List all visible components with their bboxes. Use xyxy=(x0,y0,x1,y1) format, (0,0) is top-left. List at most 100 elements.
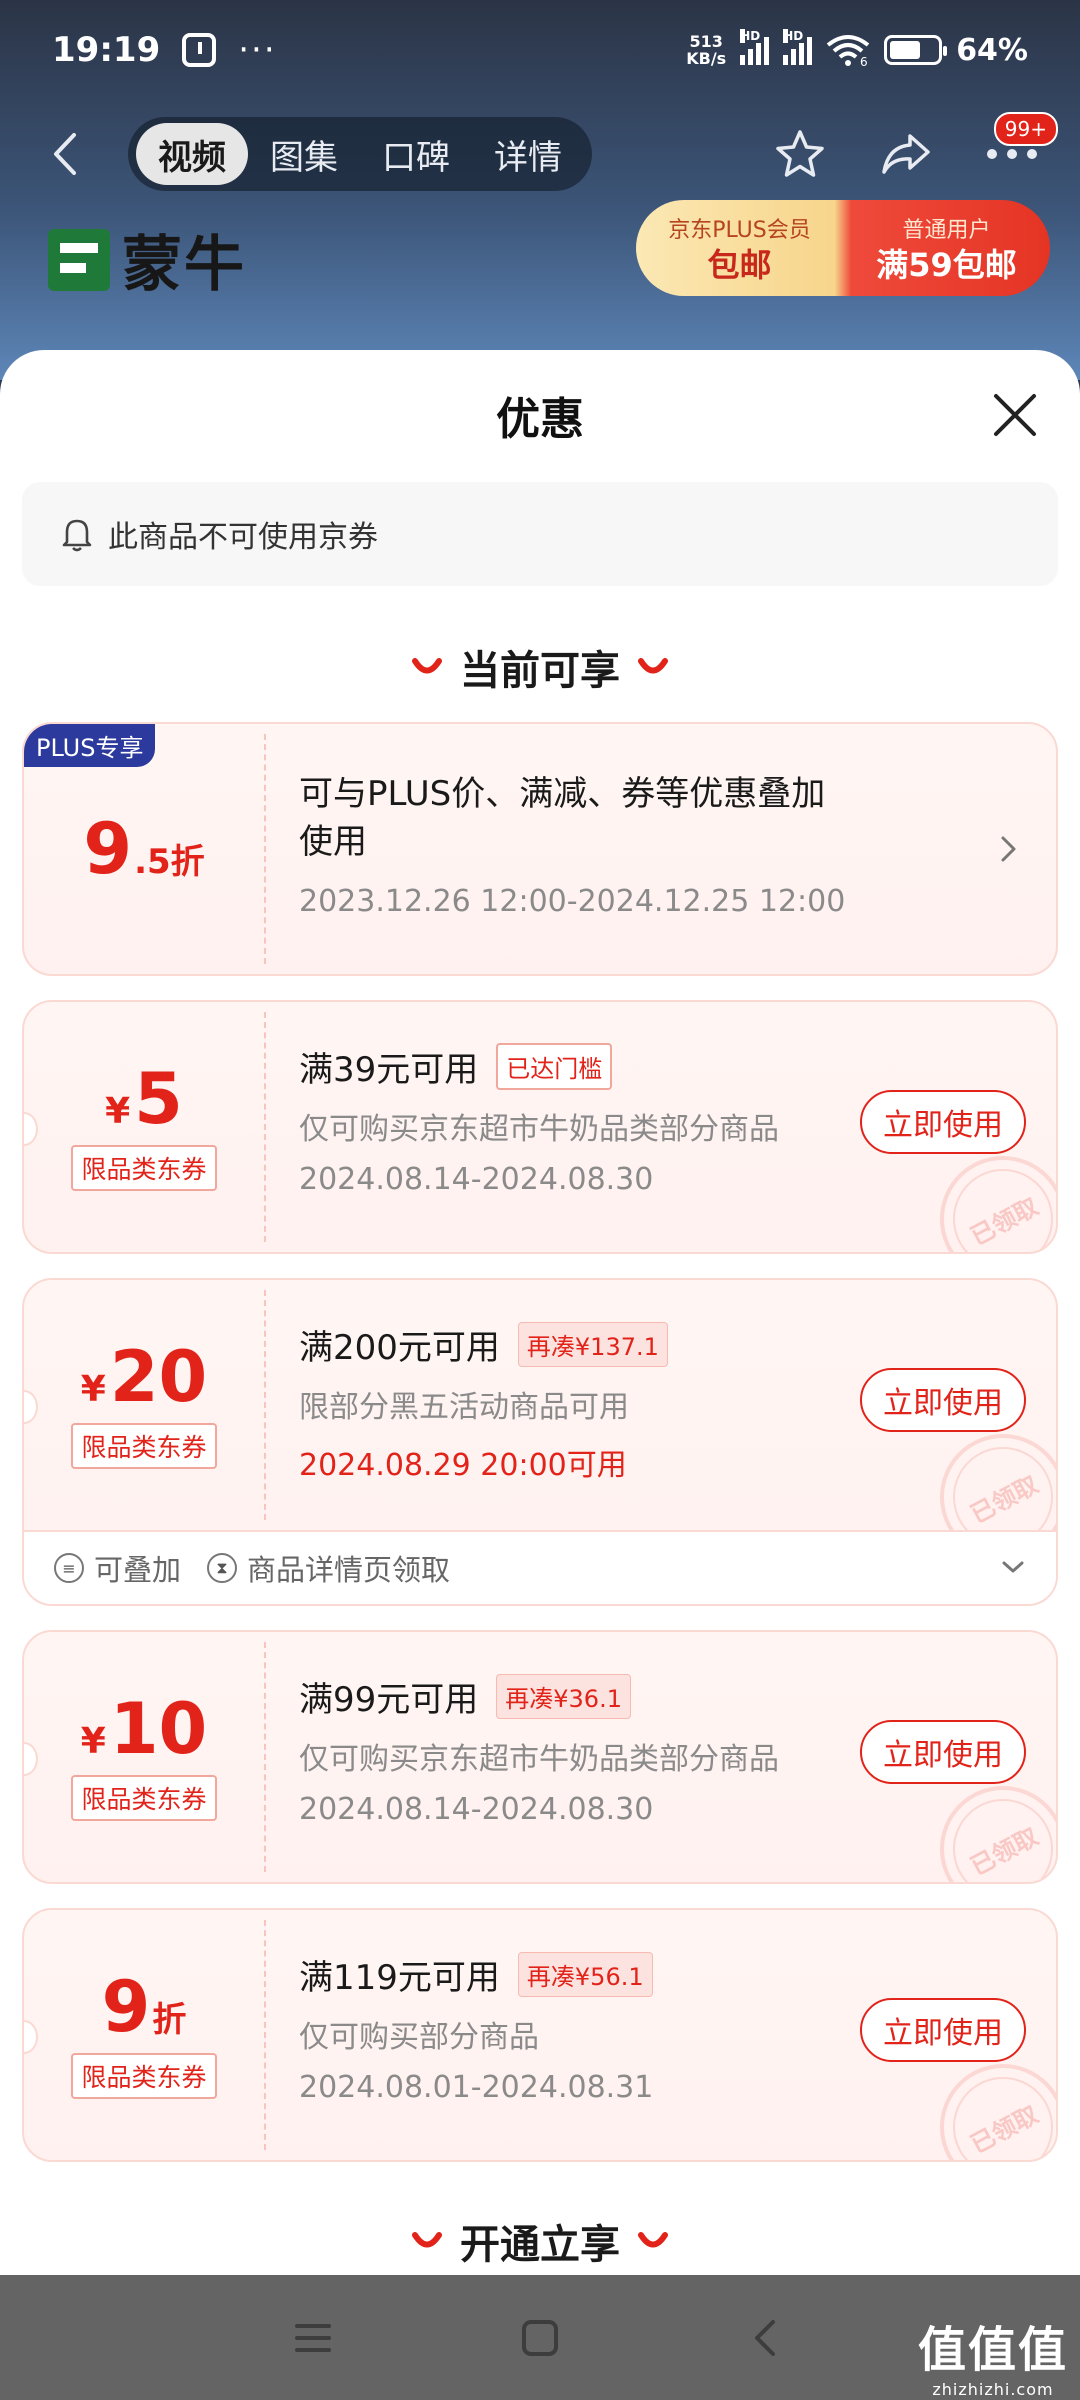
use-now-button[interactable]: 立即使用 xyxy=(860,1368,1026,1432)
status-bar: 19:19 ··· 513 KB/s HD HD 6 64% xyxy=(0,0,1080,100)
normal-shipping: 普通用户 满59包邮 xyxy=(843,214,1050,282)
claimed-stamp-text: 已领取 xyxy=(935,2059,1056,2160)
amount-needed-badge: 再凑¥36.1 xyxy=(496,1674,631,1719)
favorite-button[interactable] xyxy=(772,126,828,182)
coupon-footer[interactable]: ≡ 可叠加 ⧗ 商品详情页领取 xyxy=(24,1530,1056,1604)
tab-details[interactable]: 详情 xyxy=(472,123,584,185)
smile-left-icon xyxy=(412,2232,442,2248)
coupon-amount-value: 20 xyxy=(109,1336,208,1418)
coupon-currency: ¥ xyxy=(105,1091,131,1132)
coupon-source-icon: ⧗ xyxy=(207,1553,238,1583)
coupon-value: ¥ 20 限品类东券 xyxy=(24,1280,264,1530)
wifi-sub-label: 6 xyxy=(860,55,868,67)
coupon-card: ¥ 20 限品类东券 满200元可用 再凑¥137.1 限部分黑五活动商品可用 … xyxy=(22,1278,1058,1606)
use-now-button[interactable]: 立即使用 xyxy=(860,1998,1026,2062)
coupon-condition-row: 满99元可用 再凑¥36.1 xyxy=(299,1672,631,1721)
coupon-value: ¥ 10 限品类东券 xyxy=(24,1632,264,1882)
card-divider xyxy=(264,1012,266,1242)
source-info: ⧗ 商品详情页领取 xyxy=(207,1547,450,1589)
battery-fill xyxy=(890,41,920,59)
card-divider xyxy=(264,1920,266,2150)
plus-discount-card[interactable]: PLUS专享 9 .5折 可与PLUS价、满减、券等优惠叠加 使用 2023.1… xyxy=(22,722,1058,976)
card-divider xyxy=(264,734,266,964)
share-button[interactable] xyxy=(878,126,934,182)
site-watermark: 值值值 zhizhizhi.com xyxy=(918,2310,1068,2399)
coupon-amount-suffix: 折 xyxy=(152,2000,187,2040)
coupon-condition: 满200元可用 xyxy=(299,1328,500,1368)
amount-needed-badge: 再凑¥56.1 xyxy=(517,1952,653,1997)
network-speed-unit: KB/s xyxy=(686,49,727,68)
shipping-badge: 京东PLUS会员 包邮 普通用户 满59包邮 xyxy=(636,200,1050,296)
coupon-condition: 满99元可用 xyxy=(299,1680,479,1720)
signal-icon: HD xyxy=(740,29,770,65)
coupon-notice: 此商品不可使用京券 xyxy=(22,482,1058,586)
coupon-type-tag: 限品类东券 xyxy=(71,1775,217,1821)
share-icon xyxy=(882,134,930,174)
plus-dates: 2023.12.26 12:00-2024.12.25 12:00 xyxy=(299,884,846,919)
star-icon xyxy=(776,130,824,177)
use-now-button[interactable]: 立即使用 xyxy=(860,1720,1026,1784)
plus-card-inner: PLUS专享 9 .5折 可与PLUS价、满减、券等优惠叠加 使用 2023.1… xyxy=(24,724,1056,974)
use-now-button[interactable]: 立即使用 xyxy=(860,1090,1026,1154)
nav-back-icon[interactable] xyxy=(743,2314,791,2362)
coupon-value: ¥ 5 限品类东券 xyxy=(24,1002,264,1252)
coupon-amount: ¥ 10 xyxy=(81,1693,207,1765)
coupon-amount: ¥ 20 xyxy=(81,1341,207,1413)
product-banner: 蒙牛 京东PLUS会员 包邮 普通用户 满59包邮 xyxy=(0,200,1080,310)
coupon-card-inner: 9 折 限品类东券 满119元可用 再凑¥56.1 仅可购买部分商品 2024.… xyxy=(24,1910,1056,2160)
coupon-body: 满119元可用 再凑¥56.1 仅可购买部分商品 2024.08.01-2024… xyxy=(299,1910,856,2160)
coupon-type-tag: 限品类东券 xyxy=(71,1423,217,1469)
app-notification-icon xyxy=(182,33,217,67)
coupon-description: 限部分黑五活动商品可用 xyxy=(299,1390,629,1425)
smile-right-icon xyxy=(638,658,668,674)
coupon-card-inner: ¥ 5 限品类东券 满39元可用 已达门槛 仅可购买京东超市牛奶品类部分商品 2… xyxy=(24,1002,1056,1252)
chevron-down-icon[interactable] xyxy=(1000,1558,1026,1576)
network-speed-value: 513 xyxy=(689,32,723,51)
back-button[interactable] xyxy=(40,124,90,184)
sheet-header: 优惠 xyxy=(0,350,1080,480)
tab-video[interactable]: 视频 xyxy=(136,123,248,185)
threshold-reached-badge: 已达门槛 xyxy=(496,1043,613,1090)
status-indicators: 513 KB/s HD HD 6 64% xyxy=(686,29,1028,68)
plus-desc-line2: 使用 xyxy=(299,822,367,862)
section-current: 当前可享 xyxy=(0,638,1080,696)
plus-discount-value: 9 .5折 xyxy=(24,724,264,974)
plus-shipping-value: 包邮 xyxy=(707,246,772,284)
stackable-info: ≡ 可叠加 xyxy=(54,1547,181,1589)
coupon-condition-row: 满200元可用 再凑¥137.1 xyxy=(299,1320,668,1369)
home-icon[interactable] xyxy=(516,2314,564,2362)
plus-desc-line1: 可与PLUS价、满减、券等优惠叠加 xyxy=(299,774,826,814)
coupon-condition: 满119元可用 xyxy=(299,1958,500,1998)
tab-reviews[interactable]: 口碑 xyxy=(360,123,472,185)
wifi-icon: 6 xyxy=(826,35,870,67)
more-icon xyxy=(987,149,1037,159)
coupon-condition: 满39元可用 xyxy=(299,1050,479,1090)
smile-left-icon xyxy=(412,658,442,674)
brand-mark-icon xyxy=(48,228,110,291)
coupon-dates: 2024.08.14-2024.08.30 xyxy=(299,1792,654,1827)
card-divider xyxy=(264,1290,266,1520)
normal-shipping-value: 满59包邮 xyxy=(876,246,1017,284)
battery-icon xyxy=(884,35,948,65)
plus-discount-amount: 9 .5折 xyxy=(83,813,204,885)
section-current-title: 当前可享 xyxy=(460,648,620,694)
tab-gallery[interactable]: 图集 xyxy=(248,123,360,185)
plus-discount-sub: .5折 xyxy=(134,842,205,882)
message-badge: 99+ xyxy=(993,112,1058,146)
product-nav-bar: 视频 图集 口碑 详情 99+ xyxy=(0,112,1080,196)
normal-shipping-label: 普通用户 xyxy=(902,218,991,243)
smile-right-icon xyxy=(638,2232,668,2248)
coupon-dates: 2024.08.01-2024.08.31 xyxy=(299,2070,654,2105)
card-divider xyxy=(264,1642,266,1872)
coupon-type-tag: 限品类东券 xyxy=(71,2053,217,2099)
coupon-currency: ¥ xyxy=(80,1721,106,1762)
chevron-right-icon xyxy=(1001,836,1016,862)
menu-icon[interactable] xyxy=(289,2314,337,2362)
source-label: 商品详情页领取 xyxy=(247,1553,451,1587)
coupon-type-tag: 限品类东券 xyxy=(71,1145,217,1191)
close-icon[interactable] xyxy=(988,388,1042,442)
coupon-card-inner: ¥ 20 限品类东券 满200元可用 再凑¥137.1 限部分黑五活动商品可用 … xyxy=(24,1280,1056,1583)
coupon-description: 仅可购买京东超市牛奶品类部分商品 xyxy=(299,1742,779,1777)
brand-logo: 蒙牛 xyxy=(48,216,246,303)
coupon-dates: 2024.08.14-2024.08.30 xyxy=(299,1162,654,1197)
